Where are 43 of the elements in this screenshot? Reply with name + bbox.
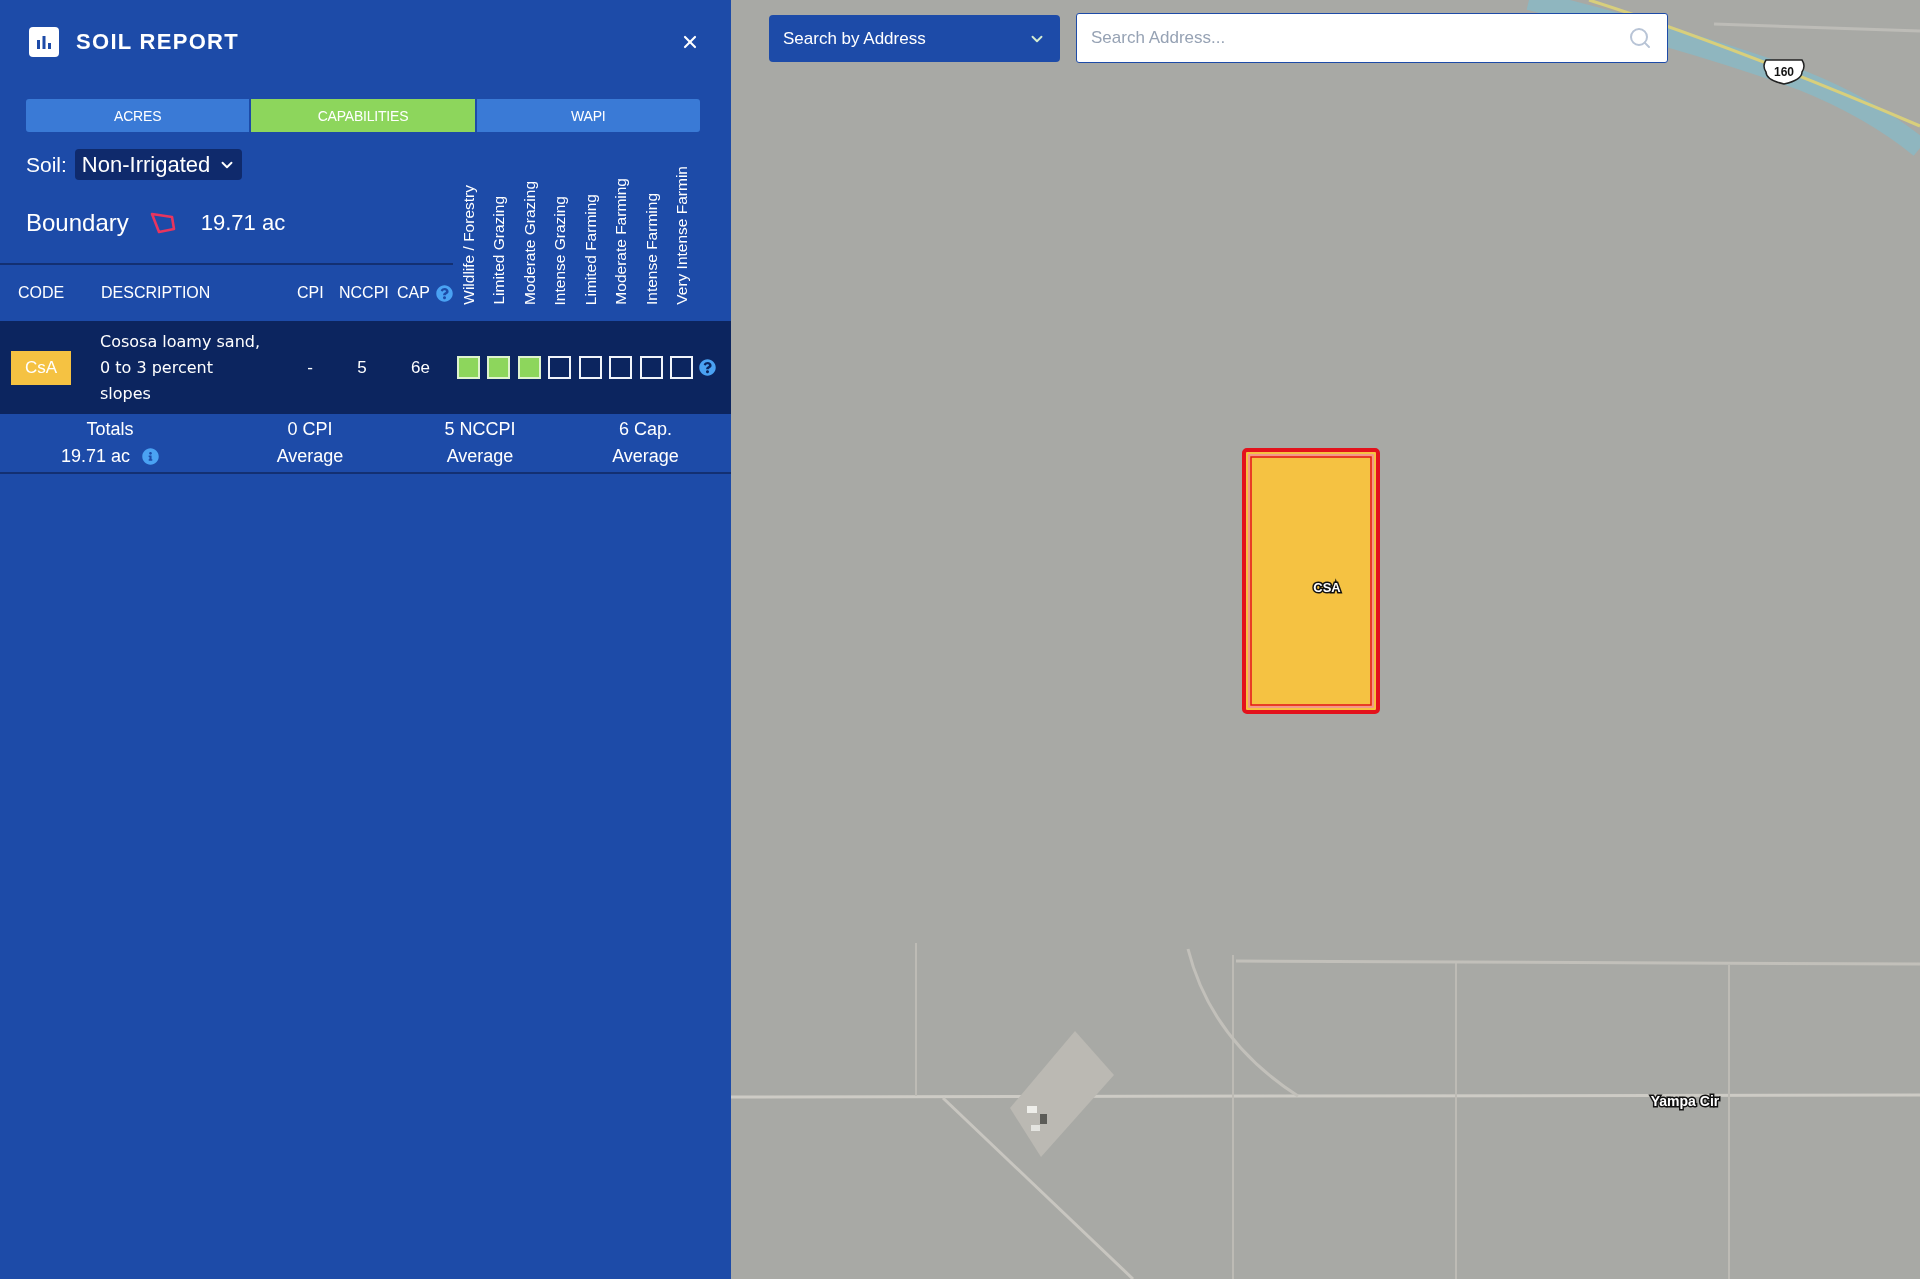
cap-value: 6e <box>411 356 430 379</box>
capability-class-label: Moderate Farming <box>612 178 630 305</box>
help-icon[interactable] <box>435 284 453 302</box>
cpi-value: - <box>307 356 313 379</box>
capability-class-label: Intense Grazing <box>551 195 569 305</box>
tab[interactable]: ACRES <box>26 99 250 132</box>
soil-type-dropdown[interactable]: Non-Irrigated <box>74 149 243 180</box>
total-heading: Totals <box>86 418 134 441</box>
help-icon[interactable] <box>699 359 716 376</box>
boundary-label: Boundary <box>26 207 129 238</box>
route-shield: 160 <box>1763 59 1805 85</box>
boundary-area: 19.71 ac <box>200 208 286 237</box>
capability-class-label: Limited Grazing <box>490 196 508 305</box>
panel-title: SOIL REPORT <box>76 29 240 55</box>
column-header: CPI <box>297 283 324 303</box>
search-mode-dropdown[interactable]: Search by Address <box>769 15 1060 62</box>
column-header: CAP <box>397 283 430 303</box>
soil-code-badge: CsA <box>11 350 71 385</box>
address-search-field[interactable]: Search Address... <box>1076 13 1668 63</box>
capability-class-label: Wildlife / Forestry <box>459 185 477 305</box>
total-heading: 0 CPI <box>287 418 333 441</box>
parcel-label: CSA <box>1313 580 1341 595</box>
total-value: Average <box>446 445 514 468</box>
total-value: 19.71 ac <box>60 445 131 468</box>
soil-label: Soil: <box>26 151 67 178</box>
column-header: NCCPI <box>339 283 389 303</box>
tab[interactable]: WAPI <box>476 99 700 132</box>
boundary-polygon-icon <box>149 211 176 234</box>
total-value: Average <box>612 445 679 468</box>
capability-class-label: Very Intense Farmin <box>673 166 691 305</box>
search-icon <box>1628 26 1652 50</box>
total-value: Average <box>276 445 344 468</box>
column-header: CODE <box>18 283 65 303</box>
soil-description: Cososa loamy sand, 0 to 3 percent slopes <box>100 330 261 405</box>
column-header: DESCRIPTION <box>101 283 211 303</box>
nccpi-value: 5 <box>357 356 367 379</box>
capability-class-label: Moderate Grazing <box>520 180 538 305</box>
bar-chart-icon <box>29 27 59 57</box>
total-heading: 5 NCCPI <box>444 418 516 441</box>
capability-class-label: Limited Farming <box>581 193 599 305</box>
total-heading: 6 Cap. <box>618 418 672 441</box>
info-icon[interactable] <box>142 448 160 465</box>
capability-class-label: Intense Farming <box>642 193 660 305</box>
